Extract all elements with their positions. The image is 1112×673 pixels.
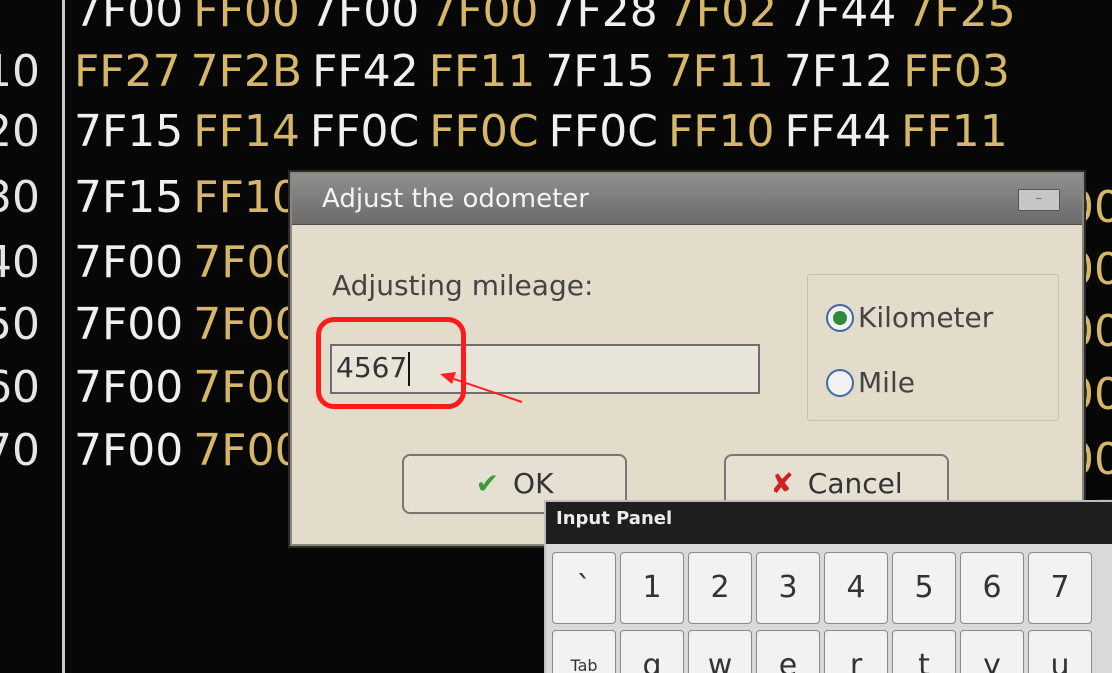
key-t[interactable]: t <box>892 630 956 673</box>
hex-cell: 7F00 <box>193 237 303 288</box>
key-1[interactable]: 1 <box>620 552 684 624</box>
hex-address: 70 <box>0 425 40 476</box>
hex-cell: 7F44 <box>787 0 897 37</box>
key-u[interactable]: u <box>1028 630 1092 673</box>
hex-cell: 7F11 <box>664 46 774 97</box>
radio-kilometer-label: Kilometer <box>858 301 994 334</box>
key-5[interactable]: 5 <box>892 552 956 624</box>
hex-cell: FF10 <box>667 106 775 157</box>
hex-cell: FF11 <box>428 46 536 97</box>
check-icon: ✔ <box>475 467 500 500</box>
radio-kilometer[interactable]: Kilometer <box>826 301 993 334</box>
hex-address: 60 <box>0 362 40 413</box>
hex-cell: 7F00 <box>309 0 420 37</box>
dialog-close-button[interactable]: – <box>1018 189 1060 211</box>
key-tab[interactable]: Tab <box>552 630 616 673</box>
hex-cell: 7F15 <box>74 172 184 223</box>
unit-radio-group: Kilometer Mile <box>807 274 1059 421</box>
hex-cell: FF14 <box>193 106 300 157</box>
key-q[interactable]: q <box>620 630 684 673</box>
hex-cell: FF00 <box>193 0 300 37</box>
ok-button-label: OK <box>513 467 554 500</box>
hex-cell: 7F00 <box>74 362 184 413</box>
red-highlight-box <box>316 317 466 409</box>
key-y[interactable]: y <box>960 630 1024 673</box>
hex-cell: 7F15 <box>74 106 184 157</box>
hex-cell: 7F00 <box>74 0 184 37</box>
mileage-label: Adjusting mileage: <box>332 269 594 302</box>
hex-cell: 7F2B <box>190 46 303 97</box>
dialog-title: Adjust the odometer <box>322 184 589 214</box>
hex-cell: 7F00 <box>74 299 184 350</box>
hex-address: 50 <box>0 299 40 350</box>
hex-cell: 7F25 <box>906 0 1016 37</box>
radio-button-icon <box>826 369 854 397</box>
key-2[interactable]: 2 <box>688 552 752 624</box>
screen: 7F00FF007F007F007F287F027F447F2510FF277F… <box>0 0 1112 673</box>
hex-cell: FF11 <box>901 106 1008 157</box>
hex-cell: 7F00 <box>193 425 303 476</box>
key-w[interactable]: w <box>688 630 752 673</box>
hex-cell: 7F12 <box>783 46 894 97</box>
hex-cell: FF0C <box>429 106 539 157</box>
hex-cell: 7F00 <box>74 237 184 288</box>
hex-address: 40 <box>0 237 40 288</box>
hex-address: 20 <box>0 106 40 157</box>
hex-cell: FF0C <box>309 106 420 157</box>
hex-cell: 7F02 <box>667 0 778 37</box>
input-panel: Input Panel ` 1 2 3 4 5 6 7 Tab q w e r t y u <box>544 500 1112 673</box>
dialog-titlebar[interactable]: Adjust the odometer – <box>292 174 1082 225</box>
hex-cell: 7F28 <box>548 0 658 37</box>
input-panel-title: Input Panel <box>556 508 673 529</box>
radio-button-icon <box>826 304 854 332</box>
key-4[interactable]: 4 <box>824 552 888 624</box>
hex-address: 30 <box>0 172 40 223</box>
hex-address: 10 <box>0 46 40 97</box>
key-6[interactable]: 6 <box>960 552 1024 624</box>
key-backtick[interactable]: ` <box>552 552 616 624</box>
hex-cell: 7F00 <box>193 362 303 413</box>
key-e[interactable]: e <box>756 630 820 673</box>
radio-mile-label: Mile <box>858 366 915 399</box>
x-icon: ✘ <box>770 467 794 500</box>
keyboard: ` 1 2 3 4 5 6 7 Tab q w e r t y u <box>546 544 1112 673</box>
key-3[interactable]: 3 <box>756 552 820 624</box>
hex-gutter-divider <box>62 0 65 673</box>
adjust-odometer-dialog: Adjust the odometer – Adjusting mileage:… <box>290 172 1084 546</box>
hex-cell: 7F15 <box>545 46 655 97</box>
hex-cell: 7F00 <box>193 299 303 350</box>
hex-cell: FF0C <box>548 106 658 157</box>
hex-cell: FF44 <box>784 106 892 157</box>
key-r[interactable]: r <box>824 630 888 673</box>
cancel-button-label: Cancel <box>807 467 903 500</box>
hex-cell: 7F00 <box>74 425 184 476</box>
hex-cell: FF27 <box>74 46 181 97</box>
hex-cell: 7F00 <box>429 0 539 37</box>
hex-cell: FF10 <box>193 172 300 223</box>
hex-cell: FF03 <box>903 46 1010 97</box>
key-7[interactable]: 7 <box>1028 552 1092 624</box>
hex-cell: FF42 <box>312 46 419 97</box>
radio-mile[interactable]: Mile <box>826 366 915 399</box>
